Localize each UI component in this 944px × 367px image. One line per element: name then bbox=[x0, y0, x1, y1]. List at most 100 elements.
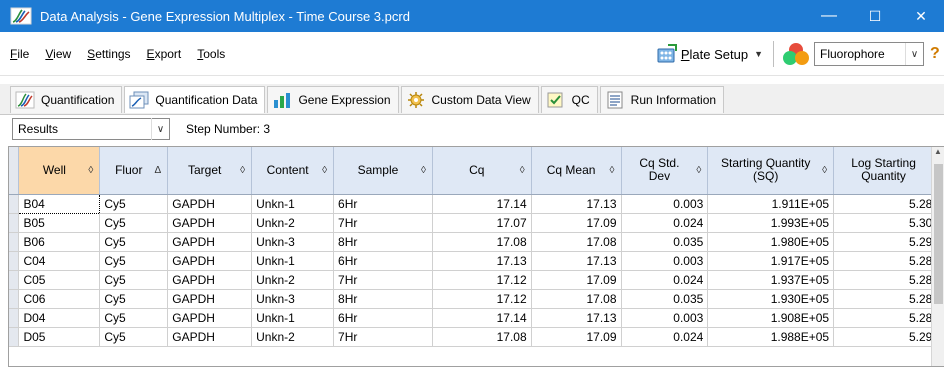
column-header-target[interactable]: Target ◊ bbox=[167, 147, 253, 195]
minimize-button[interactable]: — bbox=[806, 0, 852, 32]
menu-settings[interactable]: Settings bbox=[87, 47, 130, 61]
cell-cq-mean[interactable]: 17.08 bbox=[531, 232, 622, 252]
cell-fluor[interactable]: Cy5 bbox=[99, 308, 169, 328]
cell-target[interactable]: GAPDH bbox=[167, 327, 253, 347]
column-header-starting-quantity[interactable]: Starting Quantity (SQ) ◊ bbox=[707, 147, 835, 195]
table-row[interactable]: B06 Cy5 GAPDH Unkn-3 8Hr 17.08 17.08 0.035 1.980… bbox=[9, 232, 944, 252]
cell-sample[interactable]: 8Hr bbox=[333, 232, 433, 252]
cell-target[interactable]: GAPDH bbox=[167, 308, 253, 328]
menu-export[interactable]: Export bbox=[147, 47, 182, 61]
cell-cq[interactable]: 17.13 bbox=[432, 251, 532, 271]
row-header[interactable] bbox=[9, 308, 20, 328]
cell-cq-std-dev[interactable]: 0.035 bbox=[621, 232, 709, 252]
fluorophore-icon[interactable] bbox=[782, 41, 810, 67]
cell-log-starting-quantity[interactable]: 5.287 bbox=[833, 270, 944, 290]
cell-log-starting-quantity[interactable]: 5.281 bbox=[833, 194, 944, 214]
cell-content[interactable]: Unkn-2 bbox=[251, 213, 335, 233]
cell-starting-quantity[interactable]: 1.911E+05 bbox=[707, 194, 835, 214]
cell-fluor[interactable]: Cy5 bbox=[99, 327, 169, 347]
cell-cq[interactable]: 17.07 bbox=[432, 213, 532, 233]
cell-starting-quantity[interactable]: 1.988E+05 bbox=[707, 327, 835, 347]
cell-target[interactable]: GAPDH bbox=[167, 194, 253, 214]
cell-cq-std-dev[interactable]: 0.003 bbox=[621, 251, 709, 271]
cell-sample[interactable]: 6Hr bbox=[333, 308, 433, 328]
row-header[interactable] bbox=[9, 289, 20, 309]
scroll-up-icon[interactable]: ▲ bbox=[932, 147, 944, 160]
cell-well[interactable]: B06 bbox=[18, 232, 101, 252]
cell-log-starting-quantity[interactable]: 5.298 bbox=[833, 327, 944, 347]
cell-cq-std-dev[interactable]: 0.003 bbox=[621, 194, 709, 214]
tab-run-information[interactable]: Run Information bbox=[599, 85, 725, 113]
cell-content[interactable]: Unkn-3 bbox=[251, 289, 335, 309]
column-header-cq[interactable]: Cq ◊ bbox=[432, 147, 532, 195]
row-header[interactable] bbox=[9, 194, 20, 214]
cell-sample[interactable]: 8Hr bbox=[333, 289, 433, 309]
cell-well[interactable]: B05 bbox=[18, 213, 101, 233]
cell-starting-quantity[interactable]: 1.980E+05 bbox=[707, 232, 835, 252]
row-header[interactable] bbox=[9, 251, 20, 271]
cell-cq[interactable]: 17.14 bbox=[432, 194, 532, 214]
cell-cq[interactable]: 17.12 bbox=[432, 270, 532, 290]
menu-view[interactable]: View bbox=[45, 47, 71, 61]
cell-fluor[interactable]: Cy5 bbox=[99, 289, 169, 309]
cell-cq[interactable]: 17.08 bbox=[432, 232, 532, 252]
cell-content[interactable]: Unkn-2 bbox=[251, 327, 335, 347]
cell-cq-mean[interactable]: 17.13 bbox=[531, 251, 622, 271]
menu-tools[interactable]: Tools bbox=[197, 47, 225, 61]
cell-fluor[interactable]: Cy5 bbox=[99, 194, 169, 214]
cell-content[interactable]: Unkn-3 bbox=[251, 232, 335, 252]
cell-cq-std-dev[interactable]: 0.024 bbox=[621, 213, 709, 233]
cell-cq-mean[interactable]: 17.09 bbox=[531, 213, 622, 233]
table-row[interactable]: B04 Cy5 GAPDH Unkn-1 6Hr 17.14 17.13 0.003 1.911… bbox=[9, 193, 944, 214]
cell-cq[interactable]: 17.14 bbox=[432, 308, 532, 328]
maximize-button[interactable]: ☐ bbox=[852, 0, 898, 32]
cell-log-starting-quantity[interactable]: 5.297 bbox=[833, 232, 944, 252]
cell-well[interactable]: C05 bbox=[18, 270, 101, 290]
row-header[interactable] bbox=[9, 232, 20, 252]
cell-cq-mean[interactable]: 17.13 bbox=[531, 194, 622, 214]
table-row[interactable]: D05 Cy5 GAPDH Unkn-2 7Hr 17.08 17.09 0.024 1.988… bbox=[9, 327, 944, 347]
cell-well[interactable]: B04 bbox=[18, 193, 101, 214]
cell-cq-mean[interactable]: 17.13 bbox=[531, 308, 622, 328]
cell-cq-std-dev[interactable]: 0.003 bbox=[621, 308, 709, 328]
tab-gene-expression[interactable]: Gene Expression bbox=[267, 85, 399, 113]
cell-starting-quantity[interactable]: 1.930E+05 bbox=[707, 289, 835, 309]
cell-cq[interactable]: 17.12 bbox=[432, 289, 532, 309]
cell-content[interactable]: Unkn-1 bbox=[251, 308, 335, 328]
cell-sample[interactable]: 7Hr bbox=[333, 327, 433, 347]
cell-sample[interactable]: 7Hr bbox=[333, 213, 433, 233]
column-header-log-starting-quantity[interactable]: Log Starting Quantity◊ bbox=[833, 147, 944, 195]
cell-log-starting-quantity[interactable]: 5.285 bbox=[833, 289, 944, 309]
cell-content[interactable]: Unkn-1 bbox=[251, 194, 335, 214]
row-header[interactable] bbox=[9, 327, 20, 347]
fluorophore-select[interactable]: Fluorophore ∨ bbox=[814, 42, 924, 66]
plate-setup-button[interactable]: Plate Setup ▼ bbox=[650, 41, 769, 67]
cell-target[interactable]: GAPDH bbox=[167, 270, 253, 290]
tab-quantification-data[interactable]: Quantification Data bbox=[124, 85, 266, 113]
column-header-cq-mean[interactable]: Cq Mean ◊ bbox=[531, 147, 622, 195]
table-row[interactable]: D04 Cy5 GAPDH Unkn-1 6Hr 17.14 17.13 0.003 1.908… bbox=[9, 308, 944, 328]
scrollbar-thumb[interactable] bbox=[934, 164, 943, 304]
cell-cq-mean[interactable]: 17.09 bbox=[531, 270, 622, 290]
cell-sample[interactable]: 6Hr bbox=[333, 194, 433, 214]
column-header-sample[interactable]: Sample ◊ bbox=[333, 147, 433, 195]
cell-well[interactable]: D04 bbox=[18, 308, 101, 328]
cell-cq[interactable]: 17.08 bbox=[432, 327, 532, 347]
cell-cq-mean[interactable]: 17.08 bbox=[531, 289, 622, 309]
table-row[interactable]: B05 Cy5 GAPDH Unkn-2 7Hr 17.07 17.09 0.024 1.993… bbox=[9, 213, 944, 233]
cell-sample[interactable]: 6Hr bbox=[333, 251, 433, 271]
cell-cq-std-dev[interactable]: 0.024 bbox=[621, 270, 709, 290]
cell-fluor[interactable]: Cy5 bbox=[99, 251, 169, 271]
row-header[interactable] bbox=[9, 270, 20, 290]
cell-starting-quantity[interactable]: 1.937E+05 bbox=[707, 270, 835, 290]
column-header-well[interactable]: Well ◊ bbox=[18, 147, 101, 195]
cell-starting-quantity[interactable]: 1.993E+05 bbox=[707, 213, 835, 233]
cell-cq-std-dev[interactable]: 0.024 bbox=[621, 327, 709, 347]
cell-target[interactable]: GAPDH bbox=[167, 232, 253, 252]
table-row[interactable]: C04 Cy5 GAPDH Unkn-1 6Hr 17.13 17.13 0.003 1.917… bbox=[9, 251, 944, 271]
results-select[interactable]: Results ∨ bbox=[12, 118, 170, 140]
table-row[interactable]: C06 Cy5 GAPDH Unkn-3 8Hr 17.12 17.08 0.035 1.930… bbox=[9, 289, 944, 309]
cell-log-starting-quantity[interactable]: 5.300 bbox=[833, 213, 944, 233]
menu-file[interactable]: File bbox=[10, 47, 29, 61]
cell-well[interactable]: C04 bbox=[18, 251, 101, 271]
